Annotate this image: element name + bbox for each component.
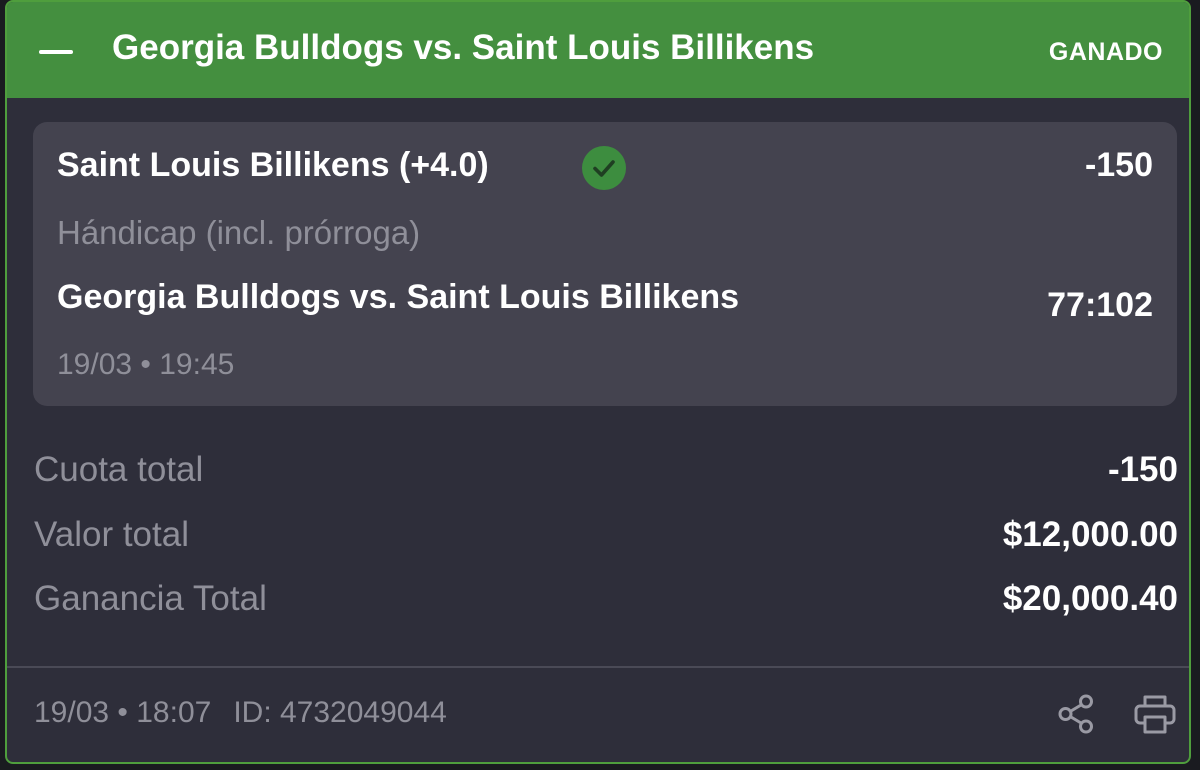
selection-odds: -150 <box>1084 146 1153 184</box>
selection-card: Saint Louis Billikens (+4.0) -150 Hándic… <box>33 122 1177 406</box>
selection-event: Georgia Bulldogs vs. Saint Louis Billike… <box>57 278 740 316</box>
summary-row-total-odds: Cuota total -150 <box>34 450 1178 494</box>
print-icon[interactable] <box>1133 693 1177 735</box>
total-stake-value: $12,000.00 <box>1002 515 1178 554</box>
bet-datetime: 19/03 • 18:07 <box>34 696 212 729</box>
bet-id: ID: 4732049044 <box>233 696 447 729</box>
total-stake-label: Valor total <box>34 515 189 554</box>
bet-slip-card: Georgia Bulldogs vs. Saint Louis Billike… <box>5 0 1191 764</box>
total-odds-value: -150 <box>1107 450 1178 489</box>
total-odds-label: Cuota total <box>34 450 204 489</box>
total-payout-label: Ganancia Total <box>34 579 267 618</box>
check-circle-icon <box>582 146 626 190</box>
total-payout-value: $20,000.40 <box>1002 579 1178 618</box>
status-badge: GANADO <box>1048 38 1163 66</box>
selection-name: Saint Louis Billikens (+4.0) <box>57 146 489 184</box>
share-icon[interactable] <box>1055 693 1097 735</box>
minus-icon[interactable] <box>39 50 73 54</box>
selection-market: Hándicap (incl. prórroga) <box>57 214 421 251</box>
selection-datetime: 19/03 • 19:45 <box>57 348 235 381</box>
selection-score: 77:102 <box>1047 286 1153 324</box>
footer-meta: 19/03 • 18:07 ID: 4732049044 <box>34 696 447 730</box>
summary-row-total-stake: Valor total $12,000.00 <box>34 515 1178 559</box>
summary-row-total-payout: Ganancia Total $20,000.40 <box>34 579 1178 623</box>
footer-divider <box>7 666 1189 668</box>
bet-header[interactable]: Georgia Bulldogs vs. Saint Louis Billike… <box>7 2 1189 98</box>
header-title: Georgia Bulldogs vs. Saint Louis Billike… <box>112 28 815 67</box>
